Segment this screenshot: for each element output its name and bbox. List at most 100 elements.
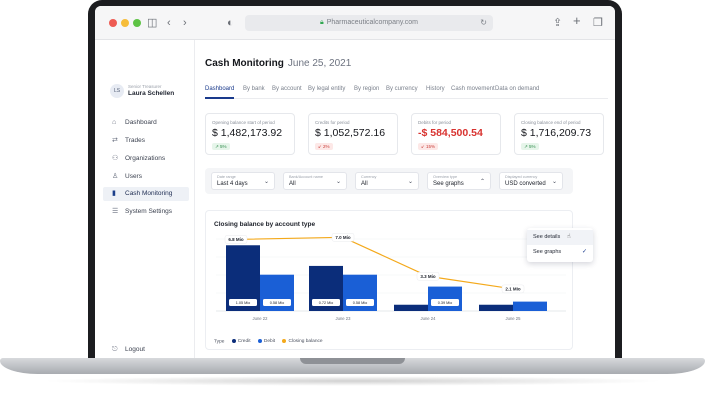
bar-data-label: 0.39 Mio (431, 299, 459, 306)
bar-label-text: 0.39 Mio (438, 301, 453, 305)
tab-dashboard[interactable]: Dashboard (205, 86, 234, 92)
legend-debit-label: Debit (263, 339, 276, 345)
tab-data-on-demand[interactable]: Data on demand (495, 86, 539, 92)
bar-debit-june-24 (428, 286, 462, 311)
sidebar-item-trades[interactable]: ⇄ Trades (103, 134, 189, 148)
debit-dot-icon (257, 339, 262, 343)
tab-by-account[interactable]: By account (272, 86, 302, 92)
sidebar-item-organizations[interactable]: ⚇ Organizations (103, 152, 189, 166)
filter-label: Displayed currency (505, 175, 538, 179)
legend-label: Type (214, 339, 225, 345)
closing-balance-label: 2.1 Mio (501, 284, 525, 294)
minimize-window-button[interactable] (121, 19, 129, 27)
maximize-window-button[interactable] (133, 19, 141, 27)
chevron-icon: ⌄ (263, 179, 269, 185)
closing-balance-chart: 1.05 Mio 0.58 Mio June 22 0.72 Mio 0.58 Mio J… (216, 233, 566, 321)
sidebar-item-label: Organizations (125, 155, 166, 162)
new-tab-icon[interactable]: + (573, 14, 581, 28)
closing-label-text: 2.1 Mio (505, 287, 521, 292)
dropdown-option-label: See graphs (533, 249, 562, 255)
filter-value: See graphs (433, 181, 464, 187)
logout-icon: ⎋ (112, 346, 118, 353)
chevron-icon: ⌄ (551, 179, 557, 185)
laptop-screen: ◫ ‹ › ◐ 🔒︎ Pharmaceuticalcompany.com ↻ ⇪ … (95, 6, 615, 358)
chart-legend: Type Credit Debit Closing balance (214, 339, 323, 344)
user-role: Senior Treasurer (128, 84, 162, 89)
credit-dot-icon (231, 339, 236, 343)
filter-overview-type[interactable]: Overview type See graphs ⌃ (427, 172, 491, 190)
legend-closing-label: Closing balance (288, 339, 323, 345)
card-value: $ 1,482,173.92 (212, 127, 283, 139)
bar-label-text: 1.05 Mio (236, 301, 251, 305)
sliders-icon: ☰ (112, 208, 119, 215)
bar-label-text: 0.58 Mio (270, 301, 285, 305)
tabs-icon[interactable]: ❐ (593, 16, 603, 30)
back-icon[interactable]: ‹ (167, 16, 171, 30)
dropdown-option-see-details[interactable]: See details ☝︎ (527, 230, 593, 245)
sidebar-toggle-icon[interactable]: ◫ (147, 16, 157, 30)
url-text: Pharmaceuticalcompany.com (326, 19, 419, 26)
page-title: Cash Monitoring June 25, 2021 (205, 58, 351, 69)
laptop-notch (300, 358, 405, 364)
sidebar-item-label: Cash Monitoring (125, 190, 173, 197)
bar-credit-june-25 (479, 304, 513, 311)
sidebar-item-users[interactable]: ♙ Users (103, 170, 189, 184)
closing-label-text: 3.3 Mio (420, 274, 436, 279)
tab-by-bank[interactable]: By bank (243, 86, 265, 92)
x-tick-label: June 22 (253, 316, 269, 321)
x-tick-label: June 24 (421, 316, 437, 321)
tab-divider (205, 98, 608, 99)
chevron-icon: ⌄ (407, 179, 413, 185)
organizations-icon: ⚇ (112, 155, 119, 162)
shield-icon[interactable]: ◐ (227, 16, 234, 30)
sidebar-item-dashboard[interactable]: ⌂ Dashboard (103, 116, 189, 130)
check-icon: ✓ (581, 249, 587, 255)
dropdown-option-see-graphs[interactable]: See graphs ✓ (527, 245, 593, 260)
sidebar-item-cash-monitoring[interactable]: ▮ Cash Monitoring (103, 187, 189, 201)
chart-card: Closing balance by account type 1.05 Mio… (205, 210, 573, 350)
tab-by-legal-entity[interactable]: By legal entity (308, 86, 345, 92)
filter-label: Overview type (433, 175, 458, 179)
reload-icon[interactable]: ↻ (480, 15, 487, 31)
card-label: Closing balance end of period (521, 120, 581, 125)
closing-label-text: 7.0 Mio (335, 235, 351, 240)
summary-card-opening-balance-start-of-period: Opening balance start of period $ 1,482,1… (205, 113, 295, 155)
bar-data-label: 1.05 Mio (229, 299, 257, 306)
bar-debit-june-25 (513, 301, 547, 311)
address-bar[interactable]: 🔒︎ Pharmaceuticalcompany.com ↻ (245, 15, 493, 31)
filter-date-range[interactable]: Date range Last 4 days ⌄ (211, 172, 275, 190)
forward-icon[interactable]: › (183, 16, 187, 30)
tab-by-currency[interactable]: By currency (386, 86, 418, 92)
sidebar-item-label: Trades (125, 137, 145, 144)
bar-data-label: 0.58 Mio (346, 299, 374, 306)
change-badge: ↗ 5% (521, 143, 539, 150)
sidebar: LS Senior Treasurer Laura Schellen ⌂ Dash… (95, 40, 195, 358)
home-icon: ⌂ (112, 119, 117, 126)
card-value: $ 1,052,572.16 (315, 127, 386, 139)
filter-currency[interactable]: Currency All ⌄ (355, 172, 419, 190)
chevron-icon: ⌄ (335, 179, 341, 185)
filter-bank-account-name[interactable]: Bank/Account name All ⌄ (283, 172, 347, 190)
card-label: Opening balance start of period (212, 120, 275, 125)
logout-button[interactable]: ⎋ Logout (103, 346, 145, 353)
filter-displayed-currency[interactable]: Displayed currency USD converted ⌄ (499, 172, 563, 190)
sidebar-item-label: Users (125, 173, 142, 180)
summary-card-closing-balance-end-of-period: Closing balance end of period $ 1,716,209… (514, 113, 604, 155)
filter-label: Currency (361, 175, 377, 179)
close-window-button[interactable] (109, 19, 117, 27)
tab-by-region[interactable]: By region (354, 86, 379, 92)
lock-icon: 🔒︎ (319, 19, 324, 26)
share-icon[interactable]: ⇪ (553, 16, 562, 30)
overview-type-dropdown: See details ☝︎ See graphs ✓ (527, 228, 593, 262)
sidebar-item-label: Dashboard (125, 119, 157, 126)
bar-credit-june-24 (394, 304, 428, 311)
bar-data-label: 0.58 Mio (263, 299, 291, 306)
pointer-cursor-icon: ☝︎ (567, 234, 571, 240)
closing-balance-label: 3.3 Mio (416, 272, 440, 281)
tab-cash-movement[interactable]: Cash movement (451, 86, 495, 92)
legend-item-credit: Credit (231, 339, 251, 344)
laptop-shadow (40, 376, 665, 386)
closing-balance-label: 6.8 Mio (224, 235, 248, 244)
sidebar-item-system-settings[interactable]: ☰ System Settings (103, 205, 189, 219)
tab-history[interactable]: History (426, 86, 445, 92)
